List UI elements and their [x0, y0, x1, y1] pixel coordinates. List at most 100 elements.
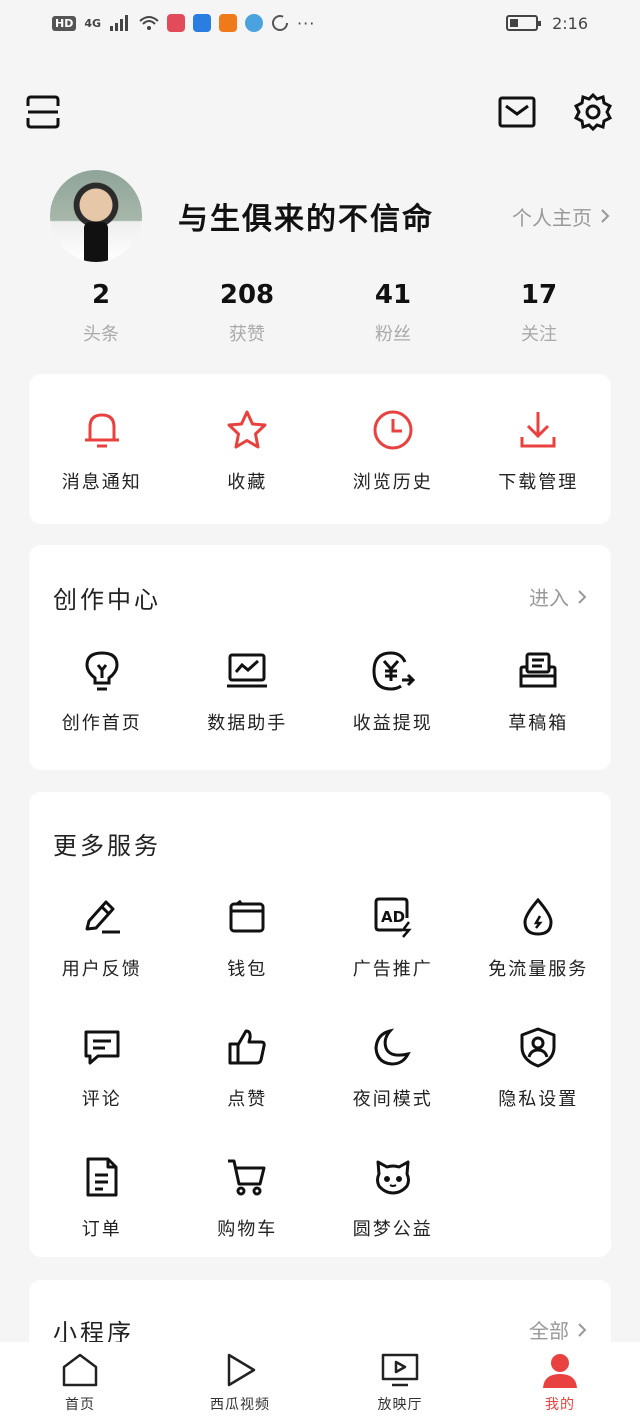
- stat-label: 关注: [521, 324, 557, 345]
- chevron-right-icon: [578, 589, 587, 604]
- homepage-link-label: 个人主页: [512, 205, 592, 230]
- service-label: 免流量服务: [488, 959, 589, 980]
- quick-action-notifications[interactable]: 消息通知: [29, 408, 175, 494]
- service-label: 购物车: [217, 1219, 278, 1240]
- likes[interactable]: 点赞: [175, 1025, 321, 1111]
- profile-header[interactable]: 与生俱来的不信命 个人主页: [50, 170, 610, 262]
- home-icon: [62, 1353, 98, 1387]
- quick-action-downloads[interactable]: 下载管理: [466, 408, 612, 494]
- service-label: 点赞: [227, 1089, 268, 1110]
- cart-icon: [228, 1159, 266, 1196]
- ad-promotion[interactable]: AD 广告推广: [320, 895, 466, 981]
- service-label: 广告推广: [352, 959, 433, 980]
- shield-user-icon: [520, 1027, 556, 1068]
- service-label: 订单: [81, 1219, 122, 1240]
- tab-xigua-video[interactable]: 西瓜视频: [160, 1342, 320, 1422]
- stat-posts[interactable]: 2 头条: [28, 280, 174, 346]
- shopping-cart[interactable]: 购物车: [175, 1155, 321, 1241]
- signal-icon: [110, 15, 129, 31]
- wallet-icon: [229, 899, 265, 933]
- night-mode[interactable]: 夜间模式: [320, 1025, 466, 1111]
- drafts-icon: [519, 652, 557, 688]
- play-icon: [227, 1353, 256, 1387]
- quick-action-label: 下载管理: [498, 472, 579, 493]
- top-bar: [0, 90, 640, 134]
- orders[interactable]: 订单: [29, 1155, 175, 1241]
- service-label: 圆梦公益: [352, 1219, 433, 1240]
- app-notification-icon: [193, 14, 212, 32]
- tab-screening-hall[interactable]: 放映厅: [320, 1342, 480, 1422]
- quick-action-favorites[interactable]: 收藏: [175, 408, 321, 494]
- hd-indicator: HD: [52, 15, 77, 31]
- settings-button[interactable]: [571, 90, 615, 134]
- bottom-tab-bar: 首页 西瓜视频 放映厅 我的: [0, 1342, 640, 1422]
- data-assistant[interactable]: 数据助手: [175, 649, 321, 735]
- ad-icon: AD: [374, 897, 412, 938]
- scan-button[interactable]: [21, 90, 65, 134]
- privacy-settings[interactable]: 隐私设置: [466, 1025, 612, 1111]
- stat-value: 41: [374, 280, 412, 310]
- creator-item-label: 创作首页: [61, 713, 142, 734]
- tab-label: 西瓜视频: [210, 1397, 270, 1413]
- stat-likes[interactable]: 208 获赞: [174, 280, 320, 346]
- avatar[interactable]: [50, 170, 142, 262]
- earnings-withdrawal[interactable]: 收益提现: [320, 649, 466, 735]
- enter-link-label: 进入: [529, 586, 569, 610]
- app-notification-icon: [245, 14, 264, 32]
- drop-icon: [523, 897, 553, 936]
- service-label: 夜间模式: [352, 1089, 433, 1110]
- document-icon: [86, 1157, 118, 1197]
- app-notification-icon: [219, 14, 238, 32]
- comments[interactable]: 评论: [29, 1025, 175, 1111]
- tab-home[interactable]: 首页: [0, 1342, 160, 1422]
- user-icon: [543, 1354, 577, 1388]
- chart-icon: [227, 653, 268, 688]
- download-icon: [520, 412, 556, 448]
- app-notification-icon: [167, 14, 186, 32]
- mini-programs-all-link[interactable]: 全部: [529, 1315, 587, 1344]
- quick-actions-card: 消息通知 收藏 浏览历史 下载管理: [29, 374, 611, 524]
- tv-play-icon: [381, 1353, 419, 1387]
- creator-center-enter-link[interactable]: 进入: [529, 582, 587, 611]
- stat-followers[interactable]: 41 粉丝: [320, 280, 466, 346]
- chevron-right-icon: [578, 1322, 587, 1337]
- creator-home[interactable]: 创作首页: [29, 649, 175, 735]
- all-link-label: 全部: [529, 1319, 569, 1343]
- stat-following[interactable]: 17 关注: [466, 280, 612, 346]
- service-label: 评论: [81, 1089, 122, 1110]
- wallet[interactable]: 钱包: [175, 895, 321, 981]
- quick-action-label: 消息通知: [61, 472, 142, 493]
- quick-action-label: 浏览历史: [352, 472, 433, 493]
- wifi-icon: [139, 16, 159, 30]
- drafts[interactable]: 草稿箱: [466, 649, 612, 735]
- service-label: 隐私设置: [498, 1089, 579, 1110]
- stat-label: 获赞: [229, 324, 265, 345]
- chevron-right-icon: [601, 209, 610, 223]
- profile-stats: 2 头条 208 获赞 41 粉丝 17 关注: [28, 280, 612, 346]
- star-icon: [227, 410, 267, 449]
- tab-me[interactable]: 我的: [480, 1342, 640, 1422]
- gear-icon: [573, 92, 613, 132]
- stat-label: 头条: [83, 324, 119, 345]
- tab-label: 我的: [545, 1397, 575, 1413]
- loading-icon: [272, 15, 289, 31]
- charity[interactable]: 圆梦公益: [320, 1155, 466, 1241]
- creator-center-card: 创作中心 进入 创作首页 数据助手 收益提现 草稿箱: [29, 545, 611, 770]
- messages-button[interactable]: [495, 90, 539, 134]
- more-services-card: 更多服务 用户反馈 钱包 AD 广告推广 免流量服务 评论 点赞 夜间模式 隐私…: [29, 792, 611, 1257]
- scan-icon: [26, 95, 60, 129]
- quick-action-label: 收藏: [227, 472, 268, 493]
- personal-homepage-link[interactable]: 个人主页: [512, 202, 610, 231]
- quick-action-history[interactable]: 浏览历史: [320, 408, 466, 494]
- moon-icon: [374, 1028, 411, 1066]
- creator-center-title: 创作中心: [53, 586, 161, 614]
- tab-label: 首页: [65, 1397, 95, 1413]
- stat-value: 2: [91, 280, 111, 310]
- free-data-service[interactable]: 免流量服务: [466, 895, 612, 981]
- yuan-icon: [372, 651, 415, 691]
- tab-label: 放映厅: [377, 1397, 423, 1413]
- mini-programs-card: 小程序 全部: [29, 1280, 611, 1347]
- creator-item-label: 收益提现: [352, 713, 433, 734]
- user-feedback[interactable]: 用户反馈: [29, 895, 175, 981]
- comment-icon: [84, 1030, 120, 1065]
